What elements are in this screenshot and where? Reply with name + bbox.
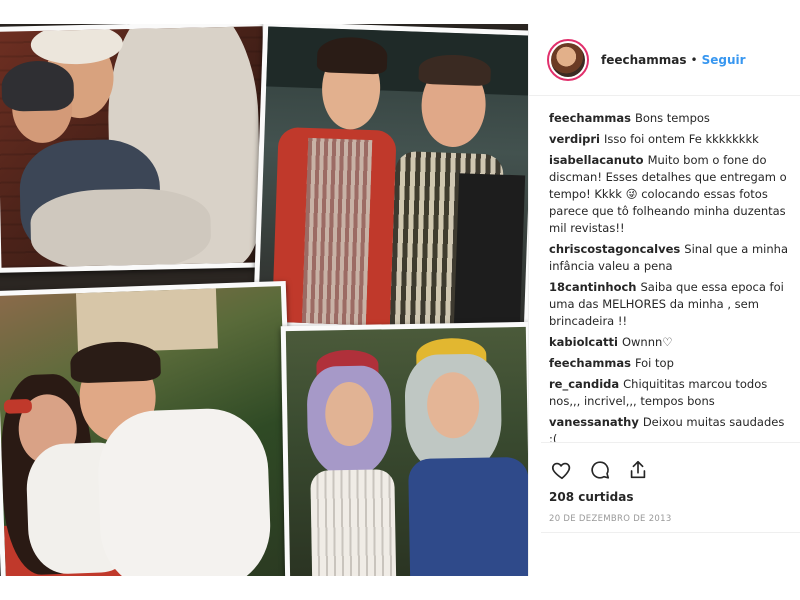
comment-text: Ownnn♡ (621, 335, 673, 349)
share-icon (630, 460, 646, 478)
comment-button[interactable] (587, 457, 613, 483)
heart-icon (551, 462, 571, 479)
follow-button[interactable]: Seguir (702, 53, 746, 67)
divider (541, 532, 800, 533)
photo-hug-brick-wall (0, 24, 273, 273)
comment-username[interactable]: isabellacanuto (549, 153, 644, 167)
comments-list: feechammas Bons tempos verdipri Isso foi o… (529, 96, 800, 442)
comment-username[interactable]: 18cantinhoch (549, 280, 637, 294)
comment-username[interactable]: feechammas (549, 356, 631, 370)
photo-two-men (252, 24, 528, 336)
comment-username[interactable]: chriscostagoncalves (549, 242, 680, 256)
photo-costumes (280, 321, 528, 576)
comment-username[interactable]: kabiolcatti (549, 335, 618, 349)
comment: re_candida Chiquititas marcou todos nos,,… (549, 376, 790, 410)
comment: vanessanathy Deixou muitas saudades :( (549, 414, 790, 442)
separator-dot: • (690, 52, 698, 67)
post-header: feechammas • Seguir (529, 24, 800, 96)
likes-count[interactable]: 208 curtidas (529, 490, 800, 504)
comment-text: Foi top (634, 356, 674, 370)
post-photo-collage[interactable] (0, 24, 528, 576)
comment: verdipri Isso foi ontem Fe kkkkkkkk (549, 131, 790, 148)
comment: feechammas Foi top (549, 355, 790, 372)
post-username[interactable]: feechammas (601, 53, 687, 67)
comment-text: Isso foi ontem Fe kkkkkkkk (604, 132, 759, 146)
comment: 18cantinhoch Saiba que essa epoca foi uma… (549, 279, 790, 330)
comment: kabiolcatti Ownnn♡ (549, 334, 790, 351)
comment: chriscostagoncalves Sinal que a minha inf… (549, 241, 790, 275)
comment: feechammas Bons tempos (549, 110, 790, 127)
comment-text: Bons tempos (634, 111, 710, 125)
avatar[interactable] (547, 38, 589, 81)
comment-username[interactable]: vanessanathy (549, 415, 639, 429)
post-date: 20 DE DEZEMBRO DE 2013 (549, 514, 672, 524)
comment-icon (591, 460, 610, 479)
like-button[interactable] (549, 457, 575, 483)
photo-hug-garden (0, 280, 297, 576)
post-side-panel: feechammas • Seguir feechammas Bons tempo… (528, 24, 800, 576)
comment-username[interactable]: verdipri (549, 132, 600, 146)
comment-username[interactable]: feechammas (549, 111, 631, 125)
action-bar (541, 442, 800, 488)
comment-username[interactable]: re_candida (549, 377, 619, 391)
comment: isabellacanuto Muito bom o fone do discma… (549, 152, 790, 237)
avatar-image (551, 42, 585, 77)
share-button[interactable] (625, 457, 651, 483)
